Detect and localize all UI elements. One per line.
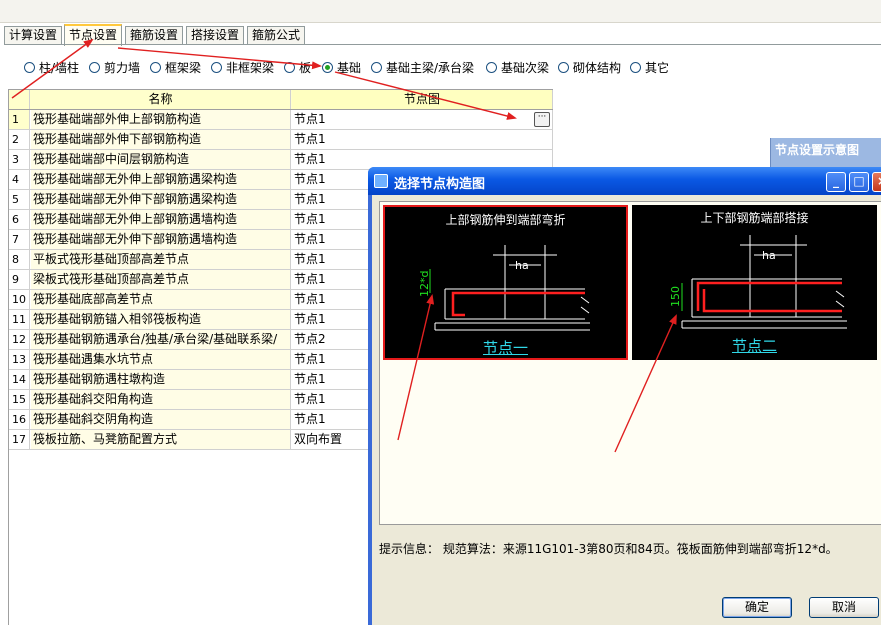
annotation-arrow-5: [614, 314, 677, 453]
annotation-arrow-3: [334, 71, 517, 120]
annotation-arrows: [11, 38, 677, 453]
annotation-arrow-2: [117, 47, 322, 70]
annotation-arrow-1: [11, 38, 94, 99]
annotation-arrow-4: [397, 294, 435, 441]
